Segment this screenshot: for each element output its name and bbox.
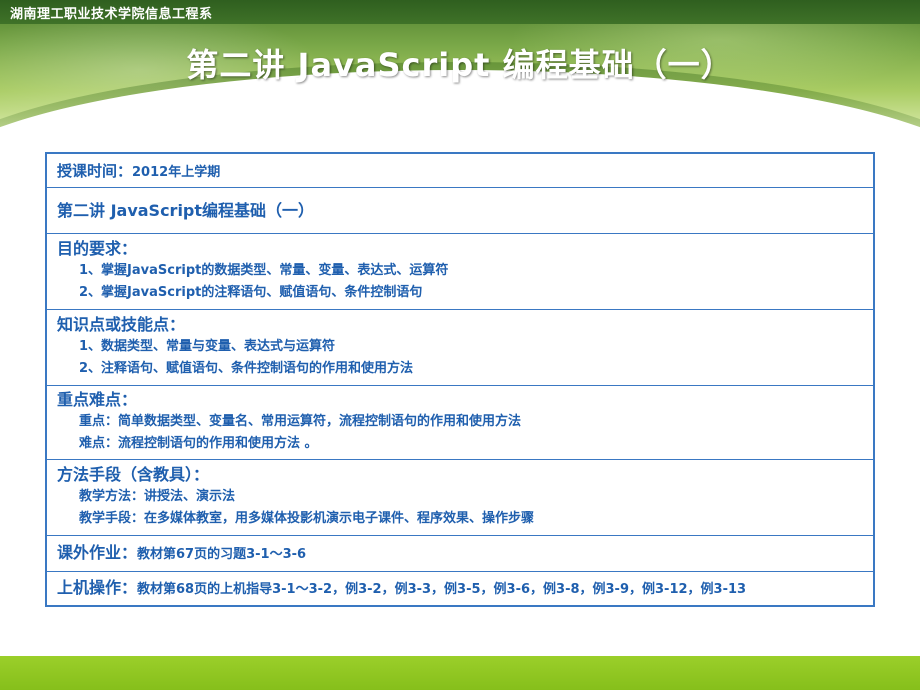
bottom-strip — [0, 656, 920, 690]
org-name: 湖南理工职业技术学院信息工程系 — [10, 7, 213, 22]
row-objectives: 目的要求： 1、掌握JavaScript的数据类型、常量、变量、表达式、运算符 … — [47, 234, 873, 310]
slide-title: 第二讲 JavaScript 编程基础（一） — [186, 46, 734, 84]
lecture-title: 第二讲 JavaScript编程基础（一） — [57, 201, 315, 220]
key-difficult-label: 重点难点： — [57, 390, 138, 409]
method-item: 教学方法：讲授法、演示法 — [79, 489, 236, 504]
lab-label: 上机操作： — [57, 578, 138, 597]
key-difficult-item: 难点：流程控制语句的作用和使用方法 。 — [79, 436, 318, 451]
method-item: 教学手段：在多媒体教室，用多媒体投影机演示电子课件、程序效果、操作步骤 — [79, 511, 535, 526]
row-homework: 课外作业：教材第67页的习题3-1～3-6 — [47, 536, 873, 572]
methods-label: 方法手段（含教具）： — [57, 465, 210, 484]
row-lecture-title: 第二讲 JavaScript编程基础（一） — [47, 188, 873, 234]
knowledge-points-label: 知识点或技能点： — [57, 315, 186, 334]
homework-label: 课外作业： — [57, 543, 138, 562]
teaching-time-value: 2012年上学期 — [132, 165, 221, 180]
teaching-time-label: 授课时间： — [57, 162, 133, 180]
lab-value: 教材第68页的上机指导3-1～3-2，例3-2，例3-3，例3-5，例3-6，例… — [137, 582, 747, 597]
course-info-table: 授课时间：2012年上学期 第二讲 JavaScript编程基础（一） 目的要求… — [45, 152, 875, 607]
knowledge-point-item: 1、数据类型、常量与变量、表达式与运算符 — [79, 339, 336, 354]
org-bar: 湖南理工职业技术学院信息工程系 — [0, 0, 920, 24]
row-methods: 方法手段（含教具）： 教学方法：讲授法、演示法 教学手段：在多媒体教室，用多媒体… — [47, 460, 873, 536]
knowledge-point-item: 2、注释语句、赋值语句、条件控制语句的作用和使用方法 — [79, 361, 414, 376]
row-knowledge-points: 知识点或技能点： 1、数据类型、常量与变量、表达式与运算符 2、注释语句、赋值语… — [47, 310, 873, 386]
homework-value: 教材第67页的习题3-1～3-6 — [137, 547, 307, 562]
header-banner: 湖南理工职业技术学院信息工程系 第二讲 JavaScript 编程基础（一） — [0, 0, 920, 130]
objectives-label: 目的要求： — [57, 239, 138, 258]
objective-item: 1、掌握JavaScript的数据类型、常量、变量、表达式、运算符 — [79, 263, 449, 278]
objective-item: 2、掌握JavaScript的注释语句、赋值语句、条件控制语句 — [79, 285, 423, 300]
row-lab: 上机操作：教材第68页的上机指导3-1～3-2，例3-2，例3-3，例3-5，例… — [47, 572, 873, 605]
row-teaching-time: 授课时间：2012年上学期 — [47, 154, 873, 188]
row-key-difficult: 重点难点： 重点：简单数据类型、变量名、常用运算符，流程控制语句的作用和使用方法… — [47, 386, 873, 460]
key-difficult-item: 重点：简单数据类型、变量名、常用运算符，流程控制语句的作用和使用方法 — [79, 414, 522, 429]
